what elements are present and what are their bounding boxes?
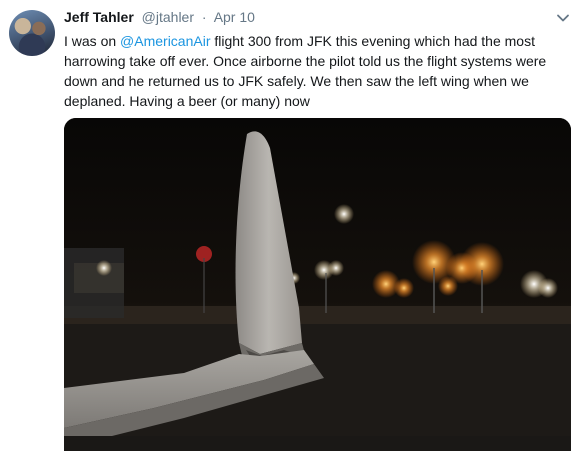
tweet-header: Jeff Tahler @jtahler · Apr 10 — [64, 9, 576, 27]
tweet-text-part: I was on — [64, 33, 121, 49]
mention-link[interactable]: @AmericanAir — [120, 33, 210, 49]
tweet-text: I was on @AmericanAir flight 300 from JF… — [64, 31, 579, 111]
separator-dot: · — [201, 9, 207, 25]
tweet-timestamp[interactable]: Apr 10 — [214, 9, 255, 25]
author-handle[interactable]: @jtahler — [142, 9, 194, 25]
avatar[interactable] — [9, 10, 55, 56]
tweet-photo[interactable] — [64, 118, 571, 451]
author-name[interactable]: Jeff Tahler — [64, 9, 134, 25]
chevron-down-icon[interactable] — [556, 11, 570, 25]
